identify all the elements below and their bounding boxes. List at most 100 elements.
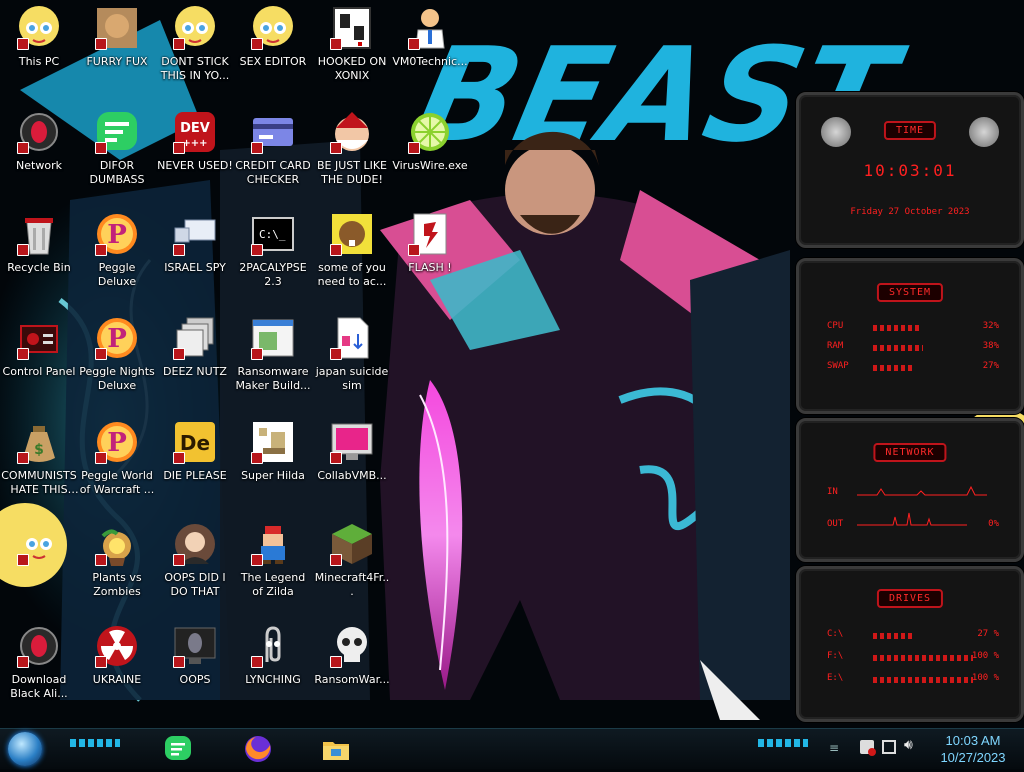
meter-value: 100 % [971,651,999,661]
shortcut-arrow-icon [330,244,342,256]
desktop-icon[interactable]: UKRAINE [78,620,156,716]
volume-icon[interactable]: 🔊︎ [904,737,913,753]
desktop-icon[interactable]: CREDIT CARD CHECKER [234,106,312,202]
svg-text:P: P [107,324,127,354]
shortcut-arrow-icon [17,38,29,50]
gadget-meter-row: SWAP 27% [827,361,999,375]
doctor-icon [406,4,454,52]
meter-label: E:\ [827,673,844,683]
desktop-icon[interactable]: SEX EDITOR [234,2,312,98]
desktop-icon[interactable]: OOPS [156,620,234,716]
desktop-icon[interactable]: $ COMMUNISTS HATE THIS G... [0,416,78,512]
desktop-icon[interactable]: Minecraft4Fr... [313,518,391,614]
action-center-icon[interactable] [860,740,876,756]
desktop-icon-label: Network [16,159,62,172]
alienware-red-icon [15,622,63,670]
installer-window-icon [249,314,297,362]
star-character-icon [15,4,63,52]
desktop-icon[interactable]: DEV +++ NEVER USED! [156,106,234,202]
gadget-meter-row: C:\ 27 % [827,629,999,643]
meter-value: 27% [982,361,999,371]
desktop-icon[interactable]: VirusWire.exe [391,106,469,202]
desktop-icon[interactable]: The Legend of Zilda [234,518,312,614]
svg-text:C:\_: C:\_ [259,228,286,241]
shortcut-arrow-icon [173,656,185,668]
desktop-icon-label: Peggle Deluxe [97,261,137,288]
tray-clock[interactable]: 10:03 AM 10/27/2023 [928,729,1018,772]
star-character-icon [249,4,297,52]
desktop-icon[interactable]: Network [0,106,78,202]
shortcut-arrow-icon [251,244,263,256]
desktop-icon[interactable]: De DIE PLEASE [156,416,234,512]
desktop-icon[interactable]: DEEZ NUTZ [156,312,234,408]
santa-face-icon [328,108,376,156]
network-tray-icon[interactable] [882,740,896,754]
desktop-icon[interactable]: OOPS DID I DO THAT [156,518,234,614]
taskbar-app-chat[interactable] [152,731,204,767]
network-monitor-icon [171,210,219,258]
meter-label: F:\ [827,651,844,661]
desktop-icon[interactable]: some of you need to ac... [313,208,391,304]
desktop-icon[interactable]: LYNCHING [234,620,312,716]
shortcut-arrow-icon [251,142,263,154]
network-out-label: OUT [827,519,844,529]
xonix-game-icon [328,4,376,52]
taskbar-app-firefox[interactable] [232,731,284,767]
desktop-icon[interactable]: japan suicide sim [313,312,391,408]
shortcut-arrow-icon [17,656,29,668]
shortcut-arrow-icon [17,452,29,464]
alien-head-icon [821,117,851,147]
desktop-icon-label: some of you need to ac... [317,261,387,288]
desktop-icon-label: Recycle Bin [7,261,71,274]
desktop-icon[interactable]: BE JUST LIKE THE DUDE! [313,106,391,202]
desktop-icon[interactable]: Super Hilda [234,416,312,512]
furry-image-icon [93,4,141,52]
desktop-icon[interactable]: Plants vs Zombies [78,518,156,614]
desktop-icon[interactable]: Recycle Bin [0,208,78,304]
taskbar-app-file-explorer[interactable] [310,731,362,767]
desktop-icon-label: VirusWire.exe [392,159,468,172]
desktop-icon[interactable]: FLASH ! [391,208,469,304]
desktop-icon[interactable]: P Peggle Deluxe [78,208,156,304]
desktop-icon[interactable]: Ransomware Maker Build... [234,312,312,408]
desktop-icon[interactable]: CollabVMB... [313,416,391,512]
shortcut-arrow-icon [17,142,29,154]
desktop-icon[interactable]: DONT STICK THIS IN YO... [156,2,234,98]
shortcut-arrow-icon [95,244,107,256]
shortcut-arrow-icon [251,348,263,360]
shortcut-arrow-icon [173,244,185,256]
shortcut-arrow-icon [173,452,185,464]
alienware-network-icon [15,108,63,156]
svg-text:DEV: DEV [180,121,210,136]
start-button[interactable] [6,731,44,767]
desktop-icon-label: DIFOR DUMBASS [89,159,145,186]
desktop-icon[interactable]: RansomWar... [313,620,391,716]
desktop-icon[interactable]: C:\_ 2PACALYPSE 2.3 [234,208,312,304]
time-gadget: TIME 10:03:01 Friday 27 October 2023 [796,92,1024,248]
desktop-icon[interactable]: This PC [0,2,78,98]
skull-icon [328,622,376,670]
tray-time: 10:03 AM [945,733,1001,748]
meter-bar [873,365,915,371]
meter-bar [873,325,919,331]
desktop-icon-label: HOOKED ON XONIX [317,55,387,82]
desktop-icon-label: NEVER USED! [157,159,233,172]
shortcut-arrow-icon [95,348,107,360]
desktop-icon-label: Super Hilda [241,469,305,482]
desktop-icon[interactable]: HOOKED ON XONIX [313,2,391,98]
plant-icon [93,520,141,568]
desktop-icon[interactable]: FURRY FUX [78,2,156,98]
desktop-icon[interactable] [0,518,78,614]
desktop-icon[interactable]: P Peggle World of Warcraft ... [78,416,156,512]
gadget-meter-row: CPU 32% [827,321,999,335]
desktop-icon[interactable]: Control Panel [0,312,78,408]
desktop-icon[interactable]: P Peggle Nights Deluxe [78,312,156,408]
desktop-icon[interactable]: VM0Technic... [391,2,469,98]
shortcut-arrow-icon [17,554,29,566]
desktop-icon[interactable]: ISRAEL SPY [156,208,234,304]
tray-arrow-icon[interactable]: ≡ [826,741,842,755]
de-icon: De [171,418,219,466]
shortcut-arrow-icon [330,38,342,50]
desktop-icon[interactable]: DIFOR DUMBASS [78,106,156,202]
desktop-icon[interactable]: Download Black Ali... [0,620,78,716]
